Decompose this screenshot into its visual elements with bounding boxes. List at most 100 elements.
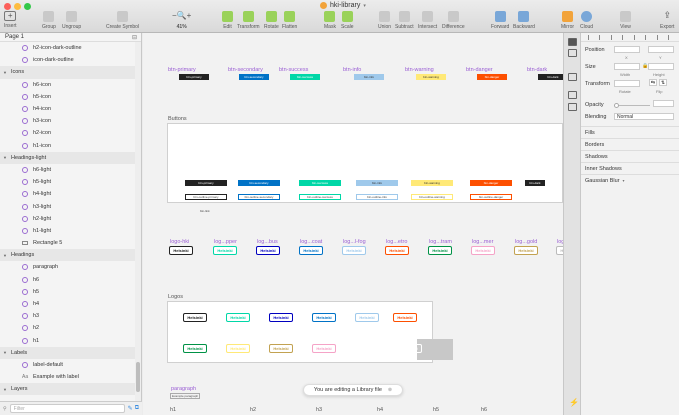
logo-symbol[interactable]: Helsinki [428, 246, 452, 255]
helsinki-logo[interactable]: Helsinki [183, 344, 207, 353]
edit-icon[interactable]: ✎ [128, 405, 133, 412]
outline-button[interactable]: btn-outline-primary [185, 194, 227, 200]
solid-button[interactable]: btn-warning [411, 180, 453, 186]
solid-button[interactable]: btn-success [299, 180, 341, 186]
rotate-button[interactable]: Rotate [264, 11, 279, 30]
forward-button[interactable]: Forward [491, 11, 509, 30]
create-symbol-button[interactable]: Create Symbol [106, 11, 139, 30]
close-window-button[interactable] [4, 3, 11, 10]
layer-row[interactable]: h6 [0, 274, 135, 286]
logo-symbol[interactable]: Helsinki [471, 246, 495, 255]
logo-symbol[interactable]: Helsinki [299, 246, 323, 255]
difference-button[interactable]: Difference [442, 11, 465, 30]
distribute-vertical-icon[interactable] [668, 34, 672, 40]
flatten-button[interactable]: Flatten [282, 11, 297, 30]
button-symbol-label[interactable]: btn-warning [405, 67, 434, 73]
close-icon[interactable]: ⊗ [388, 387, 392, 393]
logo-symbol-label[interactable]: log...pper [214, 239, 237, 245]
layer-group[interactable]: ▼ Headings [0, 249, 135, 262]
layer-row[interactable]: Rectangle 5 [0, 237, 135, 249]
helsinki-logo[interactable]: Helsinki [226, 344, 250, 353]
button-symbol-label[interactable]: btn-success [279, 67, 308, 73]
logo-symbol-label[interactable]: logo-hki [170, 239, 189, 245]
align-right-icon[interactable] [610, 34, 615, 40]
helsinki-logo[interactable]: Helsinki [269, 313, 293, 322]
logo-symbol[interactable]: Helsinki [213, 246, 237, 255]
heading-symbol-label[interactable]: h3 [316, 407, 322, 413]
export-layer-icon[interactable]: ⧉ [135, 405, 139, 412]
disclosure-triangle-icon[interactable]: ▼ [3, 350, 7, 355]
opacity-field[interactable] [653, 100, 674, 107]
width-field[interactable] [614, 63, 640, 70]
layer-row[interactable]: h2-icon-dark-outline [0, 42, 135, 54]
button-symbol-label[interactable]: btn-info [343, 67, 361, 73]
layer-row[interactable]: Aa Example with label [0, 371, 135, 383]
opacity-slider[interactable] [614, 105, 650, 106]
collapse-pages-icon[interactable]: ⊟ [132, 34, 137, 41]
inner-shadows-section[interactable]: Inner Shadows [581, 162, 679, 174]
layer-row[interactable]: h1-icon [0, 140, 135, 152]
logo-symbol-label[interactable]: log...coat [300, 239, 322, 245]
logo-symbol-label[interactable]: log...etro [386, 239, 407, 245]
layer-row[interactable]: h6-light [0, 164, 135, 176]
align-top-icon[interactable] [622, 34, 626, 40]
helsinki-logo[interactable]: Helsinki [393, 313, 417, 322]
button-symbol[interactable]: btn-secondary [239, 74, 269, 80]
logo-symbol-label[interactable]: log...bus [257, 239, 278, 245]
layer-group[interactable]: ▼ Headings-light [0, 151, 135, 164]
layer-row[interactable]: label-default [0, 359, 135, 371]
align-center-icon[interactable] [599, 34, 603, 40]
layer-group[interactable]: ▼ Labels [0, 346, 135, 359]
layer-row[interactable]: paragraph [0, 261, 135, 273]
logo-symbol-label[interactable]: log...tram [429, 239, 452, 245]
button-symbol[interactable]: btn-success [290, 74, 320, 80]
button-symbol-label[interactable]: btn-secondary [228, 67, 263, 73]
subtract-button[interactable]: Subtract [395, 11, 414, 30]
x-field[interactable] [614, 46, 640, 53]
logo-symbol[interactable]: Helsinki [514, 246, 538, 255]
scrollbar-thumb[interactable] [136, 362, 140, 392]
layer-row[interactable]: h2-icon [0, 127, 135, 139]
mirror-button[interactable]: Mirror [561, 11, 574, 30]
helsinki-logo[interactable]: Helsinki [355, 313, 379, 322]
y-field[interactable] [648, 46, 674, 53]
insert-button[interactable]: + Insert [4, 11, 17, 29]
solid-button[interactable]: btn-dark [525, 180, 545, 186]
scale-button[interactable]: Scale [341, 11, 354, 30]
layer-row[interactable]: h3-icon [0, 115, 135, 127]
zoom-window-button[interactable] [24, 3, 31, 10]
logo-symbol[interactable]: Helsinki [342, 246, 366, 255]
layer-row[interactable]: h2 [0, 322, 135, 334]
layer-row[interactable]: h4 [0, 298, 135, 310]
upload-icon[interactable] [568, 73, 577, 81]
heading-symbol-label[interactable]: h2 [250, 407, 256, 413]
device-preview-icon[interactable] [568, 91, 577, 99]
solid-button[interactable]: btn-danger [470, 180, 512, 186]
layer-row[interactable]: h4-icon [0, 103, 135, 115]
heading-symbol-label[interactable]: h5 [433, 407, 439, 413]
mask-button[interactable]: Mask [324, 11, 336, 30]
flip-vertical-icon[interactable]: ⇅ [659, 79, 667, 86]
button-symbol[interactable]: btn-info [354, 74, 384, 80]
button-symbol[interactable]: btn-dark [538, 74, 563, 80]
zoom-control[interactable]: −🔍+ 41% [172, 11, 191, 30]
layer-row[interactable]: h4-light [0, 188, 135, 200]
align-middle-icon[interactable] [633, 34, 638, 40]
button-symbol-label[interactable]: btn-dark [527, 67, 547, 73]
button-symbol-label[interactable]: btn-danger [466, 67, 493, 73]
opacity-slider-knob[interactable] [614, 103, 619, 108]
export-button[interactable]: ⇪ Export [660, 11, 674, 31]
union-button[interactable]: Union [378, 11, 391, 30]
edit-button[interactable]: Edit [222, 11, 233, 30]
paragraph-symbol-label[interactable]: paragraph [171, 386, 196, 392]
outline-button[interactable]: btn-outline-secondary [238, 194, 280, 200]
chevron-down-icon[interactable]: ▾ [363, 3, 366, 9]
heading-symbol-label[interactable]: h1 [170, 407, 176, 413]
helsinki-logo[interactable]: Helsinki [183, 313, 207, 322]
heading-symbol-label[interactable]: h4 [377, 407, 383, 413]
lock-icon[interactable]: 🔒 [642, 63, 648, 69]
layer-row[interactable]: h5 [0, 286, 135, 298]
layer-row[interactable]: h6-icon [0, 79, 135, 91]
layer-row[interactable]: h3-light [0, 200, 135, 212]
minimize-window-button[interactable] [14, 3, 21, 10]
